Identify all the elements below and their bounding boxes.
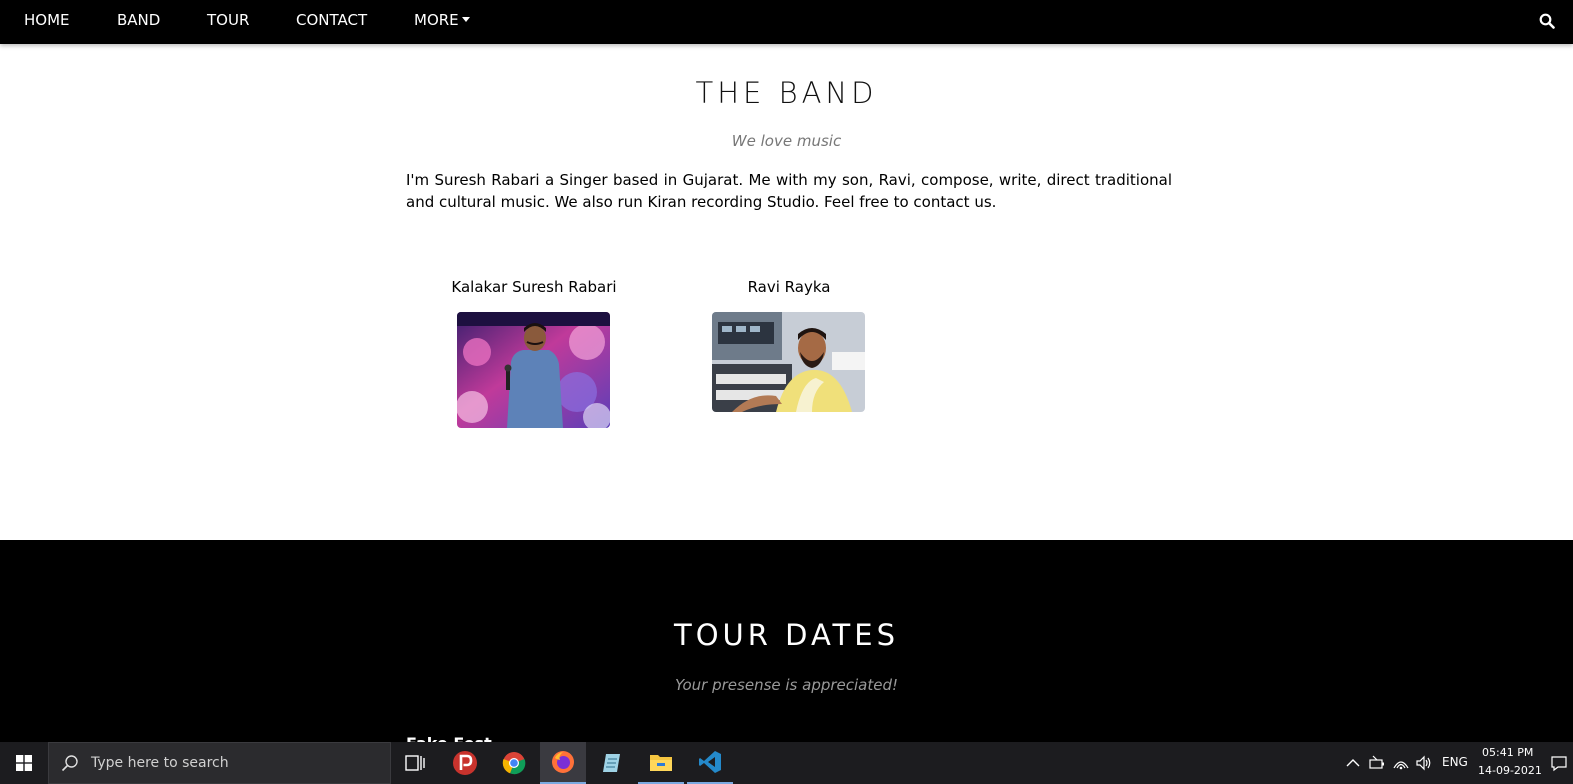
band-description: I'm Suresh Rabari a Singer based in Guja… bbox=[406, 171, 1172, 211]
taskbar-chrome[interactable] bbox=[491, 742, 537, 784]
clock-date[interactable]: 14-09-2021 bbox=[1478, 764, 1542, 777]
chevron-up-icon[interactable] bbox=[1344, 754, 1362, 772]
member-name: Kalakar Suresh Rabari bbox=[451, 278, 617, 296]
search-icon[interactable] bbox=[1539, 13, 1555, 29]
band-member-card: Kalakar Suresh Rabari bbox=[419, 276, 649, 298]
taskbar-app-p[interactable] bbox=[442, 742, 488, 784]
member-photo-ravi[interactable] bbox=[712, 312, 865, 412]
nav-tour-link[interactable]: TOUR bbox=[207, 0, 249, 44]
tour-section-title: TOUR DATES bbox=[674, 618, 899, 652]
taskbar-notepad[interactable] bbox=[589, 742, 635, 784]
battery-icon[interactable] bbox=[1368, 754, 1386, 772]
caret-down-icon bbox=[461, 17, 470, 22]
wifi-icon[interactable] bbox=[1392, 754, 1410, 772]
tour-section-subtitle: Your presense is appreciated! bbox=[674, 676, 899, 694]
nav-home-link[interactable]: HOME bbox=[24, 0, 70, 44]
taskbar-file-explorer[interactable] bbox=[638, 742, 684, 784]
task-view-icon bbox=[405, 755, 425, 771]
top-navbar: HOME BAND TOUR CONTACT MORE bbox=[0, 0, 1573, 44]
tour-section: TOUR DATES Your presense is appreciated!… bbox=[0, 540, 1573, 744]
windows-logo-icon bbox=[16, 755, 32, 771]
taskbar-search-box[interactable]: Type here to search bbox=[48, 742, 391, 784]
nav-band-link[interactable]: BAND bbox=[117, 0, 160, 44]
task-view-button[interactable] bbox=[392, 742, 438, 784]
band-member-card: Ravi Rayka bbox=[674, 276, 904, 298]
taskbar-search-placeholder: Type here to search bbox=[91, 755, 229, 771]
nav-contact-link[interactable]: CONTACT bbox=[296, 0, 367, 44]
search-icon bbox=[61, 755, 78, 772]
taskbar-vscode[interactable] bbox=[687, 742, 733, 784]
nav-more-dropdown[interactable]: MORE bbox=[414, 0, 470, 44]
taskbar-firefox[interactable] bbox=[540, 742, 586, 784]
volume-icon[interactable] bbox=[1415, 754, 1433, 772]
band-section-subtitle: We love music bbox=[731, 132, 842, 150]
language-indicator[interactable]: ENG bbox=[1442, 755, 1468, 769]
p-app-icon bbox=[453, 751, 477, 775]
clock-time[interactable]: 05:41 PM bbox=[1482, 746, 1533, 759]
windows-taskbar: Type here to search ENG 05:41 PM 14-09-2… bbox=[0, 742, 1573, 784]
notepad-icon bbox=[603, 754, 620, 772]
notification-icon[interactable] bbox=[1550, 754, 1568, 772]
member-photo-suresh[interactable] bbox=[457, 312, 610, 428]
firefox-icon bbox=[552, 751, 574, 773]
vscode-icon bbox=[699, 751, 721, 773]
band-section-title: THE BAND bbox=[695, 76, 878, 110]
member-name: Ravi Rayka bbox=[747, 278, 831, 296]
folder-icon bbox=[650, 755, 672, 771]
start-button[interactable] bbox=[0, 742, 48, 784]
chrome-icon bbox=[502, 752, 526, 775]
nav-more-label: MORE bbox=[414, 11, 459, 29]
